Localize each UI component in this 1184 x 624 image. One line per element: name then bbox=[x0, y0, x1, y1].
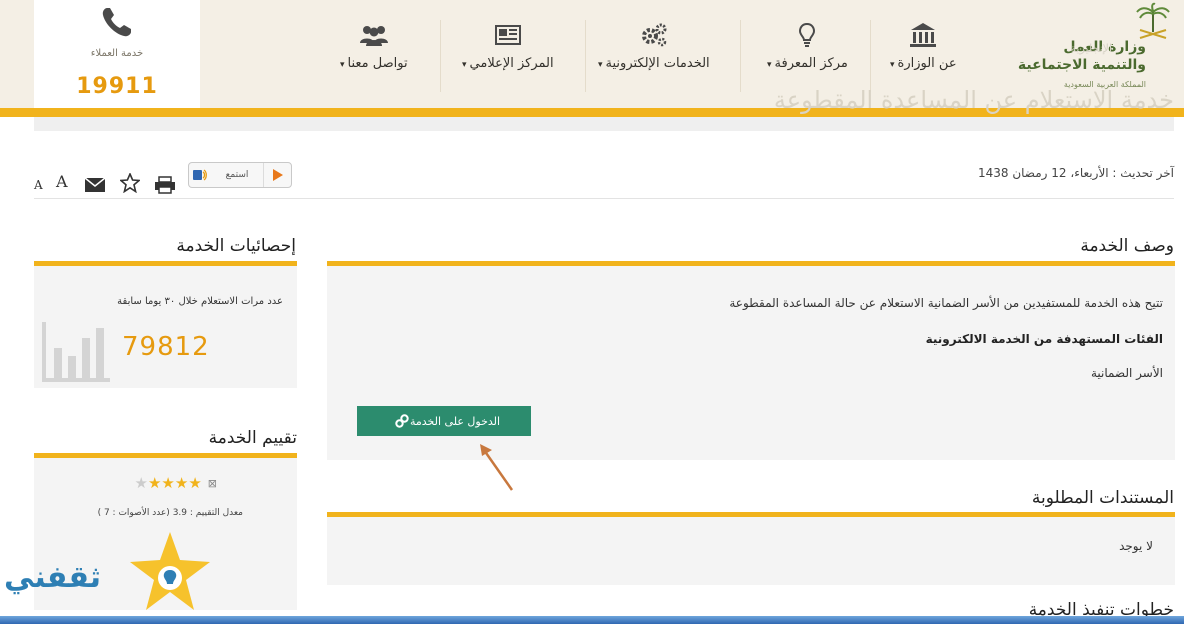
listen-button[interactable]: استمع bbox=[188, 162, 292, 188]
service-stats-panel: عدد مرات الاستعلام خلال ٣٠ يوما سابقة 79… bbox=[34, 266, 297, 388]
nav-separator bbox=[585, 20, 586, 92]
star-icon[interactable] bbox=[120, 170, 140, 196]
rating-summary: معدل التقييم : 3.9 (عدد الأصوات : 7 ) bbox=[97, 508, 243, 518]
gears-icon bbox=[639, 20, 669, 50]
enter-service-label: الدخول على الخدمة bbox=[409, 414, 501, 428]
nav-separator bbox=[870, 20, 871, 92]
nav-label: عن الوزارة▾ bbox=[890, 56, 957, 71]
star-icon[interactable]: ★ bbox=[175, 476, 188, 491]
lightbulb-icon bbox=[792, 20, 822, 50]
customer-service-box[interactable]: خدمة العملاء 19911 bbox=[34, 0, 200, 108]
people-icon bbox=[359, 20, 389, 50]
target-groups-value: الأسر الضمانية bbox=[1090, 366, 1163, 380]
font-decrease-button[interactable]: A bbox=[34, 172, 43, 198]
link-icon bbox=[395, 414, 409, 428]
annotation-arrow bbox=[480, 444, 514, 491]
nav-item-e-services[interactable]: الخدمات الإلكترونية▾ bbox=[598, 20, 710, 100]
font-increase-button[interactable]: A bbox=[56, 168, 68, 194]
listen-label: استمع bbox=[225, 170, 249, 180]
star-icon[interactable]: ★ bbox=[148, 476, 161, 491]
watermark-text: ثقفني bbox=[4, 560, 102, 595]
chevron-down-icon: ▾ bbox=[340, 60, 345, 70]
star-icon[interactable]: ★ bbox=[188, 476, 201, 491]
service-description-text: تتيح هذه الخدمة للمستفيدين من الأسر الضم… bbox=[729, 296, 1163, 310]
toolbar-divider bbox=[34, 198, 1174, 199]
service-description-title: وصف الخدمة bbox=[1080, 236, 1174, 256]
chevron-down-icon: ▾ bbox=[890, 60, 895, 70]
nav-separator bbox=[740, 20, 741, 92]
bar-chart-icon bbox=[42, 322, 110, 382]
speaker-icon bbox=[189, 163, 211, 187]
ministry-name-line2: والتنمية الاجتماعية bbox=[1017, 57, 1146, 73]
customer-service-number: 19911 bbox=[76, 74, 158, 99]
mail-icon[interactable] bbox=[84, 172, 106, 198]
page-title-ghost: خدمة الاستعلام عن المساعدة المقطوعة bbox=[773, 86, 1174, 114]
service-rating-title: تقييم الخدمة bbox=[208, 428, 297, 448]
chevron-down-icon: ▾ bbox=[767, 60, 772, 70]
chevron-down-icon: ▾ bbox=[462, 60, 467, 70]
nav-label: تواصل معنا▾ bbox=[340, 56, 408, 71]
newspaper-icon bbox=[493, 20, 523, 50]
service-stats-title: إحصائيات الخدمة bbox=[176, 236, 296, 256]
nav-label: المركز الإعلامي▾ bbox=[462, 56, 554, 71]
print-icon[interactable] bbox=[154, 172, 176, 198]
required-documents-panel: لا يوجد bbox=[327, 517, 1175, 585]
nav-item-contact-us[interactable]: تواصل معنا▾ bbox=[340, 20, 408, 100]
enter-service-button[interactable]: الدخول على الخدمة bbox=[357, 406, 531, 436]
chevron-down-icon: ▾ bbox=[598, 60, 603, 70]
last-update-text: آخر تحديث : الأربعاء، 12 رمضان 1438 bbox=[977, 166, 1174, 180]
rating-stars[interactable]: ★ ★ ★ ★ ★ ⊠ bbox=[135, 476, 217, 491]
stats-count: 79812 bbox=[122, 332, 210, 362]
os-taskbar[interactable] bbox=[0, 616, 1184, 624]
english-link-ghost: الإنجليزية bbox=[1070, 42, 1112, 55]
nav-label: الخدمات الإلكترونية▾ bbox=[598, 56, 710, 71]
nav-separator bbox=[440, 20, 441, 92]
play-icon[interactable] bbox=[263, 163, 291, 187]
palm-swords-icon bbox=[1136, 2, 1170, 39]
target-groups-title: الفئات المستهدفة من الخدمة الالكترونية bbox=[925, 332, 1163, 346]
breadcrumb-band bbox=[34, 117, 1174, 131]
phone-icon bbox=[102, 8, 131, 37]
stats-label: عدد مرات الاستعلام خلال ٣٠ يوما سابقة bbox=[117, 296, 283, 307]
bank-icon bbox=[908, 20, 938, 50]
service-description-panel: تتيح هذه الخدمة للمستفيدين من الأسر الضم… bbox=[327, 266, 1175, 460]
nav-item-media-center[interactable]: المركز الإعلامي▾ bbox=[462, 20, 554, 100]
required-documents-title: المستندات المطلوبة bbox=[1031, 488, 1174, 508]
reset-rating-icon[interactable]: ⊠ bbox=[208, 476, 217, 491]
customer-service-label: خدمة العملاء bbox=[90, 48, 144, 59]
star-icon[interactable]: ★ bbox=[161, 476, 174, 491]
star-icon[interactable]: ★ bbox=[135, 476, 148, 491]
required-documents-value: لا يوجد bbox=[1119, 539, 1153, 553]
nav-label: مركز المعرفة▾ bbox=[767, 56, 848, 71]
